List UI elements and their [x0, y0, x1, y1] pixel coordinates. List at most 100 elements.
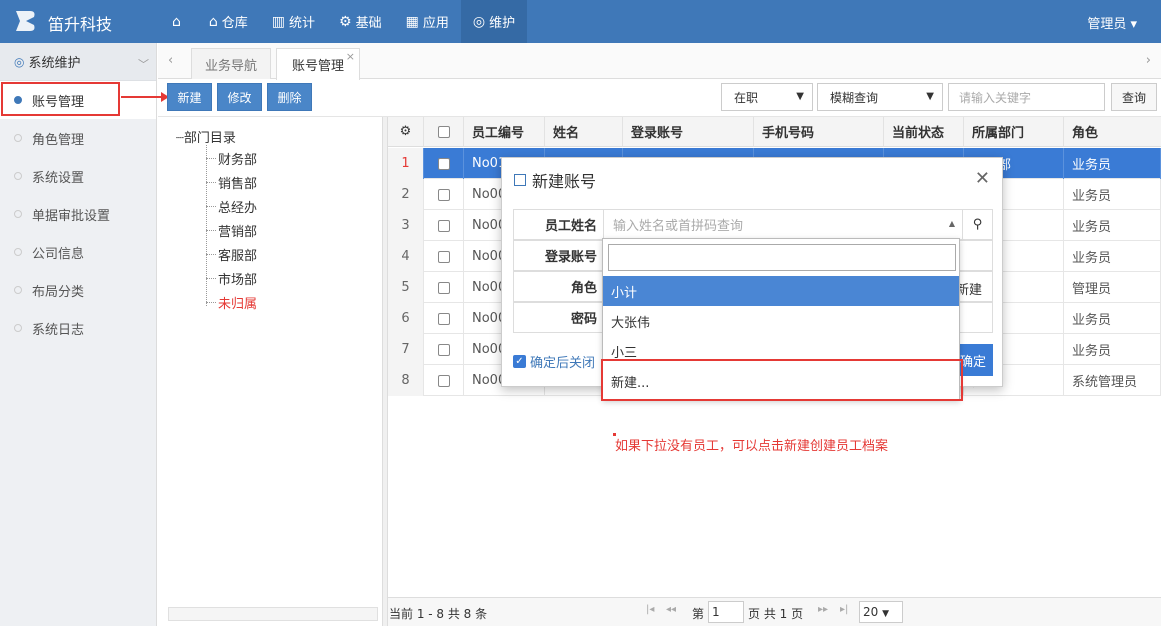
table-cell: 管理员 — [1064, 272, 1161, 303]
prev-page-icon[interactable]: ◂◂ — [666, 604, 676, 615]
nav-apps[interactable]: ▦ 应用 — [394, 0, 461, 43]
page-input[interactable]: 1 — [708, 601, 744, 623]
tree-item[interactable]: 财务部 — [206, 146, 257, 170]
edit-button[interactable]: 修改 — [217, 83, 262, 111]
bullet-icon — [14, 172, 22, 180]
row-number: 7 — [388, 334, 424, 365]
dropdown-new-option[interactable]: 新建... — [603, 366, 959, 396]
tree-item[interactable]: 客服部 — [206, 242, 257, 266]
sidebar-item-approval[interactable]: 单据审批设置 — [0, 195, 156, 233]
checkbox[interactable] — [437, 125, 450, 138]
search-icon[interactable]: ⚲ — [962, 210, 992, 239]
col-header[interactable]: 角色 — [1064, 117, 1161, 147]
check-icon: ✓ — [513, 355, 526, 368]
table-cell: 业务员 — [1064, 241, 1161, 272]
chevron-down-icon: ﹀ — [138, 58, 149, 71]
sidebar-item-settings[interactable]: 系统设置 — [0, 157, 156, 195]
close-icon[interactable]: × — [346, 50, 355, 63]
col-header[interactable]: 当前状态 — [884, 117, 964, 147]
bullet-icon — [14, 324, 22, 332]
row-number: 2 — [388, 179, 424, 210]
dropdown-option[interactable]: 小计 — [603, 276, 959, 306]
sidebar-item-role[interactable]: 角色管理 — [0, 119, 156, 157]
checkbox[interactable] — [437, 374, 450, 387]
row-checkbox-cell — [424, 365, 464, 396]
row-checkbox-cell — [424, 241, 464, 272]
close-after-checkbox[interactable]: ✓ 确定后关闭 — [513, 352, 595, 371]
query-mode-select[interactable]: 模糊查询 ▼ — [817, 83, 943, 111]
dropdown-search-input[interactable] — [608, 244, 956, 271]
gear-icon: ⚙ — [399, 124, 412, 139]
checkbox[interactable] — [437, 312, 450, 325]
next-page-icon[interactable]: ▸▸ — [818, 604, 828, 615]
dialog-title: 新建账号 — [502, 158, 1002, 202]
row-number: 8 — [388, 365, 424, 396]
row-checkbox-cell — [424, 272, 464, 303]
nav-maintenance[interactable]: ◎ 维护 — [460, 0, 528, 43]
nav-warehouse[interactable]: ⌂ 仓库 — [197, 0, 260, 43]
last-page-icon[interactable]: ▸| — [840, 604, 848, 615]
gear-icon: ⚙ — [339, 13, 352, 30]
sidebar-section[interactable]: ◎ 系统维护 ﹀ — [0, 43, 156, 81]
maintenance-icon: ◎ — [472, 13, 486, 30]
employee-field: 员工姓名 输入姓名或首拼码查询 ▲ ⚲ — [513, 209, 993, 240]
tree-item[interactable]: 市场部 — [206, 266, 257, 290]
chevron-right-icon[interactable]: › — [1146, 53, 1151, 68]
tree-item[interactable]: 营销部 — [206, 218, 257, 242]
query-button[interactable]: 查询 — [1111, 83, 1157, 111]
row-number: 1 — [388, 148, 424, 179]
row-checkbox-cell — [424, 303, 464, 334]
sidebar-item-company[interactable]: 公司信息 — [0, 233, 156, 271]
tree-item[interactable]: 总经办 — [206, 194, 257, 218]
sidebar-item-log[interactable]: 系统日志 — [0, 309, 156, 347]
nav-stats[interactable]: ▥ 统计 — [260, 0, 327, 43]
dropdown-option[interactable]: 小三 — [603, 336, 959, 366]
col-header[interactable]: 姓名 — [545, 117, 623, 147]
chevron-left-icon[interactable]: ‹ — [168, 53, 173, 68]
warehouse-icon: ⌂ — [208, 13, 218, 30]
col-header[interactable]: 员工编号 — [464, 117, 545, 147]
checkbox[interactable] — [437, 219, 450, 232]
col-header[interactable]: 所属部门 — [964, 117, 1064, 147]
search-input[interactable]: 请输入关键字 — [948, 83, 1105, 111]
sidebar-item-account[interactable]: 账号管理 — [0, 81, 156, 119]
col-header[interactable]: 登录账号 — [623, 117, 754, 147]
toolbar: 新建 修改 删除 在职 ▼ 模糊查询 ▼ 请输入关键字 查询 — [158, 79, 1161, 117]
new-button[interactable]: 新建 — [167, 83, 212, 111]
select-all[interactable] — [424, 117, 464, 147]
tab-bar: ‹ 业务导航 账号管理 × › — [158, 43, 1161, 80]
checkbox[interactable] — [437, 157, 450, 170]
delete-button[interactable]: 删除 — [267, 83, 312, 111]
checkbox[interactable] — [437, 188, 450, 201]
bullet-icon — [14, 96, 22, 104]
pager-summary: 当前 1 - 8 共 8 条 — [389, 607, 488, 621]
checkbox[interactable] — [437, 250, 450, 263]
sidebar-item-layout[interactable]: 布局分类 — [0, 271, 156, 309]
tree-item[interactable]: 销售部 — [206, 170, 257, 194]
stats-icon: ▥ — [271, 13, 286, 30]
window-icon — [514, 174, 526, 186]
logo-icon — [16, 11, 35, 31]
page-size-select[interactable]: 20 ▼ — [859, 601, 903, 623]
dropdown-option[interactable]: 大张伟 — [603, 306, 959, 336]
tree-root[interactable]: ┈部门目录 — [176, 127, 236, 146]
column-settings[interactable]: ⚙ — [388, 117, 424, 147]
tree-item[interactable]: 未归属 — [206, 290, 257, 314]
checkbox[interactable] — [437, 281, 450, 294]
status-select[interactable]: 在职 ▼ — [721, 83, 813, 111]
nav-home[interactable]: ⌂ — [160, 0, 197, 43]
tab-account[interactable]: 账号管理 × — [276, 48, 360, 80]
first-page-icon[interactable]: |◂ — [646, 604, 654, 615]
chevron-down-icon: ▼ — [796, 91, 804, 102]
row-checkbox-cell — [424, 179, 464, 210]
main-nav: ⌂ ⌂ 仓库 ▥ 统计 ⚙ 基础 ▦ 应用 ◎ 维护 — [160, 0, 528, 43]
user-menu[interactable]: 管理员 ▾ — [1087, 13, 1137, 32]
chevron-down-icon: ▼ — [882, 609, 890, 619]
checkbox[interactable] — [437, 343, 450, 356]
tab-business-nav[interactable]: 业务导航 — [191, 48, 271, 79]
horizontal-scrollbar[interactable] — [168, 607, 378, 621]
close-icon[interactable]: ✕ — [975, 168, 990, 189]
nav-basic[interactable]: ⚙ 基础 — [327, 0, 394, 43]
col-header[interactable]: 手机号码 — [754, 117, 884, 147]
employee-combo[interactable]: 输入姓名或首拼码查询 ▲ — [605, 210, 963, 239]
